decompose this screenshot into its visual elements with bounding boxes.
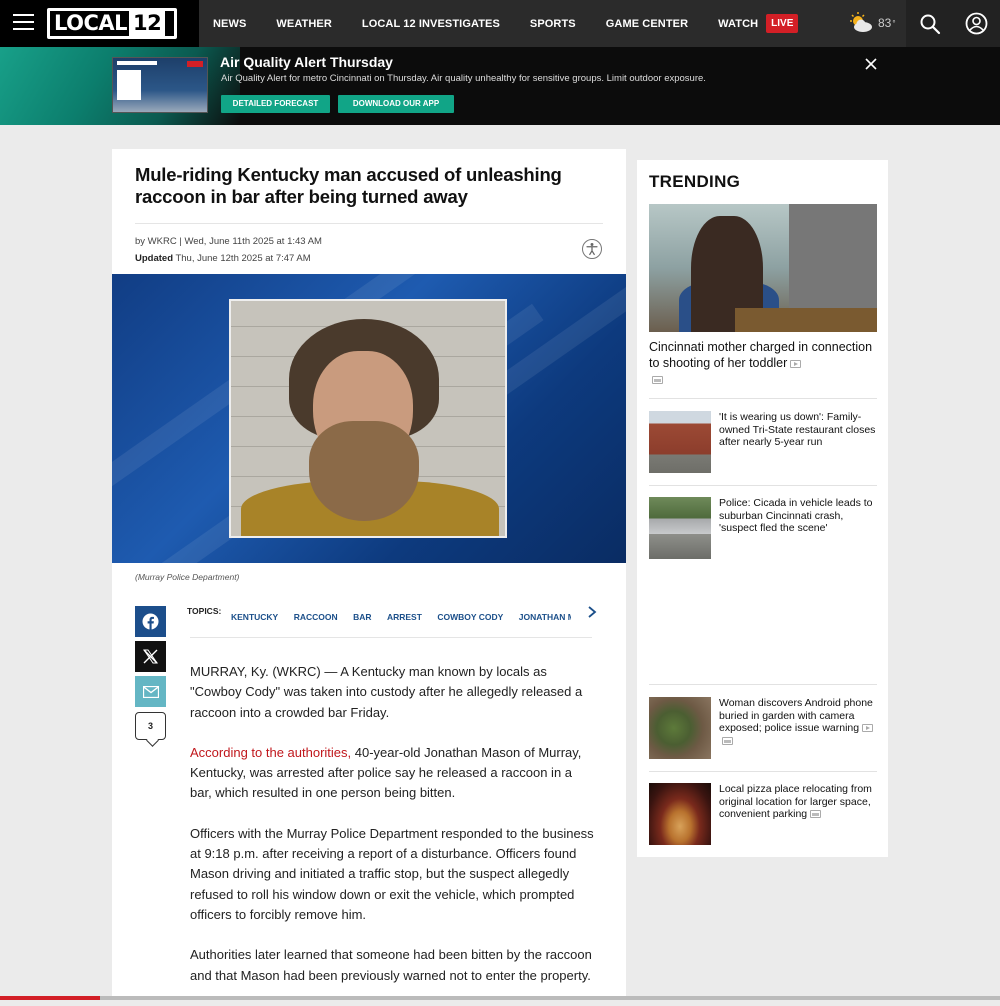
mugshot-photo	[229, 299, 507, 538]
gallery-icon	[652, 375, 663, 384]
nav-links: NEWS WEATHER LOCAL 12 INVESTIGATES SPORT…	[213, 0, 799, 47]
weather-alert-banner: Air Quality Alert Thursday Air Quality A…	[0, 47, 1000, 125]
video-icon	[862, 724, 874, 733]
alert-thumbnail	[112, 57, 208, 113]
trending-thumbnail	[649, 411, 711, 473]
share-x-button[interactable]	[135, 641, 166, 672]
top-navigation: LOCAL 12 NEWS WEATHER LOCAL 12 INVESTIGAT…	[0, 0, 1000, 47]
temperature: 83	[878, 16, 892, 30]
trending-item-text: Local pizza place relocating from origin…	[719, 783, 872, 821]
topic-raccoon[interactable]: RACCOON	[294, 612, 338, 621]
nav-local12-investigates[interactable]: LOCAL 12 INVESTIGATES	[362, 18, 500, 30]
comments-button[interactable]: 3	[135, 712, 166, 740]
trending-thumbnail	[649, 783, 711, 845]
divider	[649, 771, 877, 772]
trending-item-title: Woman discovers Android phone buried in …	[719, 697, 879, 747]
divider	[135, 223, 603, 224]
gallery-icon	[810, 810, 822, 819]
live-badge[interactable]: LIVE	[766, 14, 799, 33]
trending-hero-link[interactable]: Cincinnati mother charged in connection …	[649, 339, 877, 387]
chevron-right-icon[interactable]	[586, 605, 598, 619]
reading-progress-fill	[0, 996, 100, 1000]
authorities-link[interactable]: According to the authorities,	[190, 745, 351, 760]
trending-item[interactable]: Local pizza place relocating from origin…	[649, 783, 877, 845]
facebook-icon	[142, 613, 159, 630]
topic-cowboy-cody[interactable]: COWBOY CODY	[437, 612, 503, 621]
nav-news[interactable]: NEWS	[213, 18, 246, 30]
menu-icon[interactable]	[13, 14, 34, 32]
trending-item[interactable]: 'It is wearing us down': Family-owned Tr…	[649, 411, 877, 473]
image-caption: (Murray Police Department)	[135, 572, 240, 582]
trending-title: TRENDING	[649, 172, 741, 191]
trending-item-title: Police: Cicada in vehicle leads to subur…	[719, 497, 873, 535]
paragraph: According to the authorities, 40-year-ol…	[190, 743, 595, 804]
topic-bar[interactable]: BAR	[353, 612, 371, 621]
share-facebook-button[interactable]	[135, 606, 166, 637]
topic-arrest[interactable]: ARREST	[387, 612, 422, 621]
divider	[649, 485, 877, 486]
x-icon	[143, 649, 158, 664]
accessibility-icon[interactable]	[582, 239, 602, 259]
site-logo[interactable]: LOCAL 12	[47, 8, 177, 39]
divider	[649, 398, 877, 399]
updated-label: Updated	[135, 253, 173, 264]
updated-date: Updated Thu, June 12th 2025 at 7:47 AM	[135, 253, 311, 264]
article-headline: Mule-riding Kentucky man accused of unle…	[135, 164, 562, 207]
trending-thumbnail	[649, 697, 711, 759]
detailed-forecast-button[interactable]: DETAILED FORECAST	[221, 95, 330, 113]
topic-jonathan-mason[interactable]: JONATHAN MASON	[519, 612, 571, 621]
partly-cloudy-icon	[850, 12, 872, 32]
article-body: MURRAY, Ky. (WKRC) — A Kentucky man know…	[190, 662, 595, 1006]
logo-number: 12	[129, 11, 166, 36]
topic-kentucky[interactable]: KENTUCKY	[231, 612, 278, 621]
alert-text: Air Quality Alert for metro Cincinnati o…	[221, 73, 706, 84]
paragraph: Officers with the Murray Police Departme…	[190, 825, 594, 922]
topics-label: TOPICS:	[187, 606, 222, 616]
nav-weather[interactable]: WEATHER	[276, 18, 332, 30]
byline: by WKRC | Wed, June 11th 2025 at 1:43 AM	[135, 236, 322, 247]
logo-block: LOCAL 12	[0, 0, 199, 47]
trending-item-title: 'It is wearing us down': Family-owned Tr…	[719, 411, 876, 449]
trending-item[interactable]: Police: Cicada in vehicle leads to subur…	[649, 497, 877, 559]
paragraph: Authorities later learned that someone h…	[190, 947, 592, 983]
nav-game-center[interactable]: GAME CENTER	[606, 18, 688, 30]
trending-item-title: Local pizza place relocating from origin…	[719, 783, 879, 821]
paragraph: MURRAY, Ky. (WKRC) — A Kentucky man know…	[190, 664, 583, 720]
article-card: Mule-riding Kentucky man accused of unle…	[112, 149, 626, 1000]
divider	[190, 637, 592, 638]
degree-symbol: °	[892, 18, 896, 28]
divider	[649, 684, 877, 685]
share-email-button[interactable]	[135, 676, 166, 707]
updated-value: Thu, June 12th 2025 at 7:47 AM	[175, 253, 311, 264]
alert-title: Air Quality Alert Thursday	[220, 54, 393, 70]
nav-sports[interactable]: SPORTS	[530, 18, 576, 30]
trending-thumbnail	[649, 497, 711, 559]
trending-hero-image[interactable]	[649, 204, 877, 332]
trending-item[interactable]: Woman discovers Android phone buried in …	[649, 697, 877, 759]
email-icon	[142, 685, 159, 698]
close-icon[interactable]	[864, 57, 878, 71]
logo-text: LOCAL	[54, 11, 128, 35]
trending-item-text: Woman discovers Android phone buried in …	[719, 697, 873, 735]
search-icon[interactable]	[919, 13, 941, 35]
download-app-button[interactable]: DOWNLOAD OUR APP	[338, 95, 454, 113]
user-account-icon[interactable]	[965, 12, 988, 35]
topics-list: KENTUCKY RACCOON BAR ARREST COWBOY CODY …	[231, 607, 571, 621]
trending-panel: TRENDING Cincinnati mother charged in co…	[637, 160, 888, 857]
weather-widget[interactable]: 83 °	[848, 12, 896, 34]
video-icon	[790, 359, 802, 368]
gallery-icon	[722, 737, 733, 745]
nav-watch[interactable]: WATCH	[718, 18, 758, 30]
reading-progress-bar	[0, 996, 1000, 1000]
trending-hero-title: Cincinnati mother charged in connection …	[649, 340, 873, 370]
hero-image[interactable]	[112, 274, 626, 563]
